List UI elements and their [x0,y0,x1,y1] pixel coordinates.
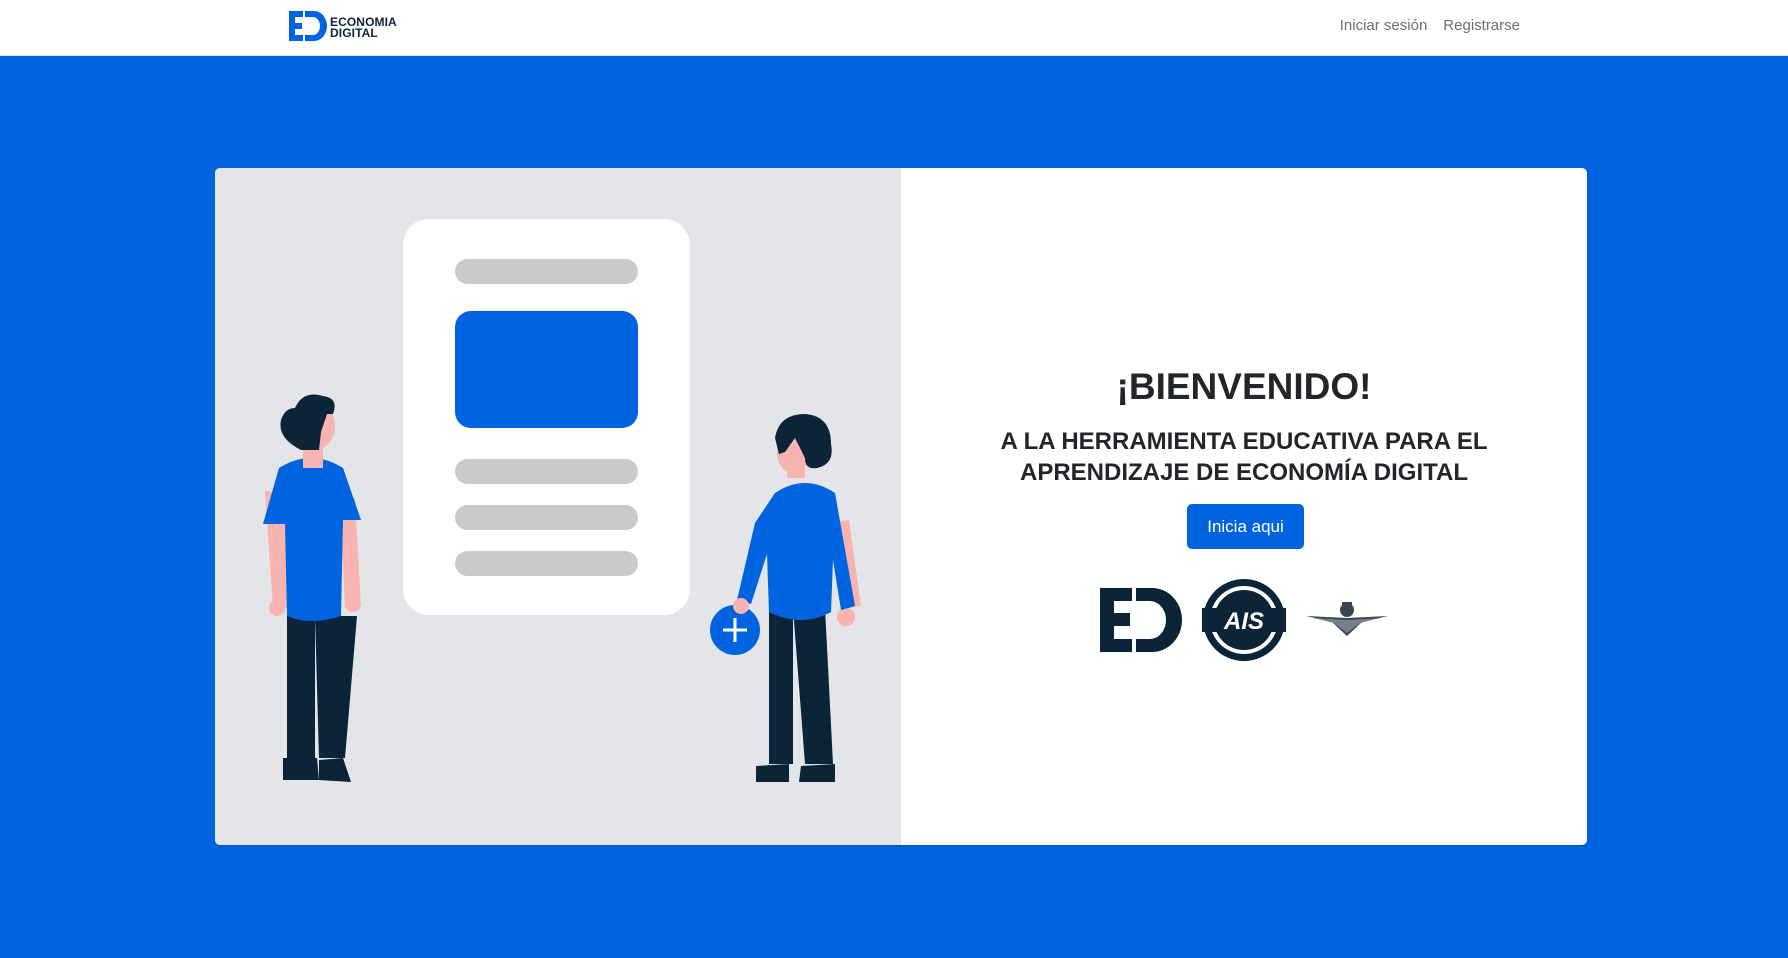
welcome-card: ¡BIENVENIDO! A LA HERRAMIENTA EDUCATIVA … [215,168,1587,845]
welcome-title: ¡BIENVENIDO! [1116,366,1372,407]
welcome-subtitle: A LA HERRAMIENTA EDUCATIVA PARA EL APREN… [1000,428,1488,486]
login-link[interactable]: Iniciar sesión [1340,17,1428,34]
ais-logo-icon: AIS [1202,578,1286,667]
brand-line-2: DIGITAL [330,26,378,40]
ed-logo-icon [289,10,327,46]
navbar: ECONOMIA DIGITAL Iniciar sesión Registra… [0,0,1788,56]
partner-logos: AIS [901,578,1587,667]
welcome-panel: ¡BIENVENIDO! A LA HERRAMIENTA EDUCATIVA … [901,168,1587,845]
right-person [710,414,861,782]
people-document-illustration [263,219,861,782]
svg-text:AIS: AIS [1223,608,1264,635]
nav-links: Iniciar sesión Registrarse [1340,17,1520,34]
illustration-panel [215,168,901,845]
start-button[interactable]: Inicia aqui [1187,504,1304,549]
register-link[interactable]: Registrarse [1443,17,1520,34]
ed-logo-icon [1100,588,1182,657]
brand-text: ECONOMIA DIGITAL [330,16,397,40]
winged-emblem-icon [1306,600,1388,645]
brand-link[interactable]: ECONOMIA DIGITAL [289,10,397,46]
left-person [263,394,361,782]
